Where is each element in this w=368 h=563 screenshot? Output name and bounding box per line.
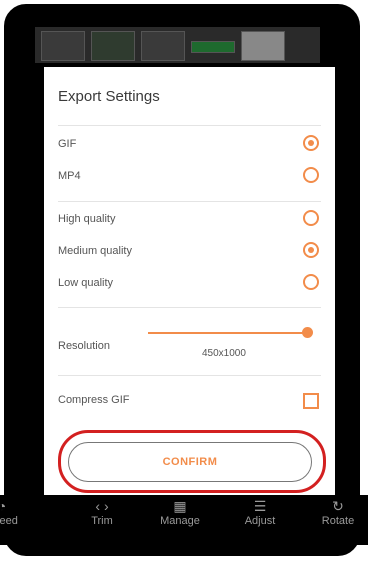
toolbar-item-label: Speed [0,515,18,527]
radio-button[interactable] [303,167,319,183]
background-thumbnail [91,31,135,61]
radio-button[interactable] [303,274,319,290]
toolbar-item-label: Manage [160,515,200,527]
quality-option-label: Medium quality [58,245,132,257]
quality-option-low[interactable]: Low quality [58,273,321,295]
grid-icon: ▦ [173,498,187,514]
background-thumbnail [241,31,285,61]
toolbar-item-trim[interactable]: ‹ › Trim [72,497,132,527]
toolbar-item-label: Trim [91,515,113,527]
quality-option-high[interactable]: High quality [58,209,321,231]
divider [58,307,321,308]
quality-option-label: Low quality [58,277,114,289]
divider [58,201,321,202]
speed-icon: ◔ [0,498,7,514]
toolbar-item-speed[interactable]: ◔ Speed [0,497,32,527]
radio-button[interactable] [303,210,319,226]
dialog-title: Export Settings [58,88,160,105]
highlight-annotation-ring [58,430,326,493]
format-option-mp4[interactable]: MP4 [58,166,321,188]
toolbar-item-rotate[interactable]: ↻ Rotate [308,497,368,527]
trim-icon: ‹ › [95,498,109,514]
format-option-gif[interactable]: GIF [58,134,321,156]
background-thumbnail [191,41,235,53]
divider [58,125,321,126]
toolbar-item-adjust[interactable]: ☰ Adjust [230,497,290,527]
radio-button[interactable] [303,242,319,258]
toolbar-item-label: Adjust [244,515,276,527]
background-thumbnail-strip [35,27,320,63]
resolution-slider-thumb[interactable] [302,327,313,338]
toolbar-item-manage[interactable]: ▦ Manage [150,497,210,527]
resolution-label: Resolution [58,340,110,352]
toolbar-item-label: Rotate [321,515,355,527]
format-option-label: GIF [58,138,77,150]
resolution-value: 450x1000 [202,348,246,359]
rotate-icon: ↻ [332,498,344,514]
sliders-icon: ☰ [253,498,267,514]
quality-option-label: High quality [58,213,116,225]
radio-button[interactable] [303,135,319,151]
compress-gif-checkbox[interactable] [303,393,319,409]
background-thumbnail [141,31,185,61]
compress-gif-label: Compress GIF [58,394,130,406]
quality-option-medium[interactable]: Medium quality [58,241,321,263]
resolution-slider-track[interactable] [148,332,306,334]
divider [58,375,321,376]
format-option-label: MP4 [58,170,81,182]
background-thumbnail [41,31,85,61]
bottom-toolbar: ◔ Speed ‹ › Trim ▦ Manage ☰ Adjust ↻ Rot… [0,495,368,545]
